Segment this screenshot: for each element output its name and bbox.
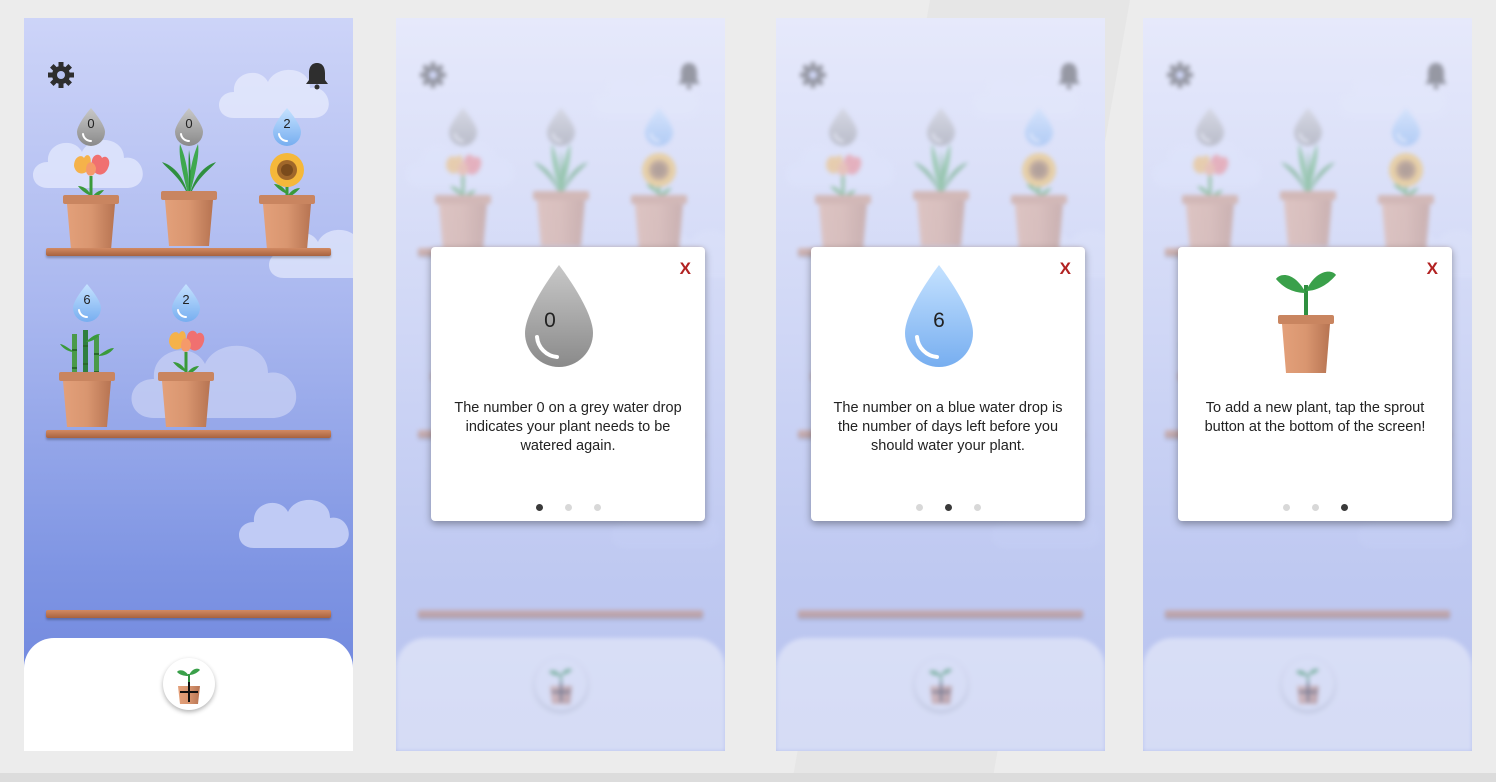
gear-icon[interactable] (46, 60, 76, 90)
tutorial-text: To add a new plant, tap the sprout butto… (1204, 400, 1426, 435)
sprout-pot-icon (549, 668, 572, 704)
shelf (1165, 610, 1450, 618)
sprout-pot-icon (177, 668, 200, 704)
plant-slot[interactable]: 2 (155, 284, 217, 434)
tutorial-screen-3: X To add a new plant, tap the sprout but… (1143, 18, 1472, 751)
bell-icon (1425, 63, 1447, 90)
water-days-count: 0 (87, 116, 95, 131)
plant-slot[interactable]: 0 (158, 108, 220, 258)
bell-icon (678, 63, 700, 90)
tutorial-card: X 0 The number 0 on a grey water drop in… (431, 247, 705, 521)
page-dot[interactable] (593, 504, 601, 511)
sprout-pot-icon (929, 668, 952, 704)
shelf (46, 248, 331, 256)
gear-icon (800, 62, 826, 88)
page-dot[interactable] (973, 504, 981, 511)
tutorial-card: X To add a new plant, tap the sprout but… (1178, 247, 1452, 521)
page-dot[interactable] (1340, 504, 1348, 511)
page-indicator (431, 498, 705, 516)
shelf (46, 610, 331, 618)
water-days-count: 6 (83, 292, 91, 307)
page-dot[interactable] (915, 504, 923, 511)
page-indicator (811, 498, 1085, 516)
plant-slot (530, 108, 592, 258)
add-plant-button (535, 658, 587, 710)
page-dot[interactable] (564, 504, 572, 511)
home-scene: 0 0 2 6 2 (24, 18, 353, 751)
background-floor (0, 773, 1496, 782)
plant-slot (812, 108, 874, 258)
plant-slot (1008, 108, 1070, 258)
water-days-count: 2 (182, 292, 190, 307)
tutorial-text: The number on a blue water drop is the n… (833, 400, 1063, 454)
add-plant-button (1282, 658, 1334, 710)
bell-icon (1058, 63, 1080, 90)
shelf (418, 610, 703, 618)
plant-slot (1277, 108, 1339, 258)
tutorial-text: The number 0 on a grey water drop indica… (454, 400, 682, 454)
sprout-pot-icon (1296, 668, 1319, 704)
plant-slot[interactable]: 0 (60, 108, 122, 258)
tutorial-screen-2: X 6 The number on a blue water drop is t… (776, 18, 1105, 751)
drop-number: 0 (544, 309, 556, 332)
cloud (131, 345, 297, 418)
gear-icon (420, 62, 446, 88)
plant-slot[interactable]: 2 (256, 108, 318, 258)
add-plant-button (915, 658, 967, 710)
bottom-bar (24, 638, 353, 751)
page-dot[interactable] (535, 504, 543, 511)
plant-slot (432, 108, 494, 258)
plant-slot (628, 108, 690, 258)
page-dot[interactable] (944, 504, 952, 511)
home-screen: 0 0 2 6 2 (24, 18, 353, 751)
bell-icon[interactable] (302, 60, 332, 90)
plant-slot (1179, 108, 1241, 258)
page-dot[interactable] (1311, 504, 1319, 511)
add-plant-button[interactable] (163, 658, 215, 710)
bottom-bar (396, 638, 725, 751)
page-dot[interactable] (1282, 504, 1290, 511)
tutorial-card: X 6 The number on a blue water drop is t… (811, 247, 1085, 521)
plant-slot (1375, 108, 1437, 258)
sprout-pot-icon (1276, 271, 1336, 373)
water-days-count: 0 (185, 116, 193, 131)
tutorial-screen-1: X 0 The number 0 on a grey water drop in… (396, 18, 725, 751)
page-indicator (1178, 498, 1452, 516)
shelf (798, 610, 1083, 618)
gear-icon (1167, 62, 1193, 88)
bottom-bar (776, 638, 1105, 751)
drop-number: 6 (933, 309, 945, 332)
shelf (46, 430, 331, 438)
cloud (239, 499, 349, 548)
water-days-count: 2 (283, 116, 291, 131)
plant-slot (910, 108, 972, 258)
plant-slot[interactable]: 6 (56, 284, 118, 434)
bottom-bar (1143, 638, 1472, 751)
